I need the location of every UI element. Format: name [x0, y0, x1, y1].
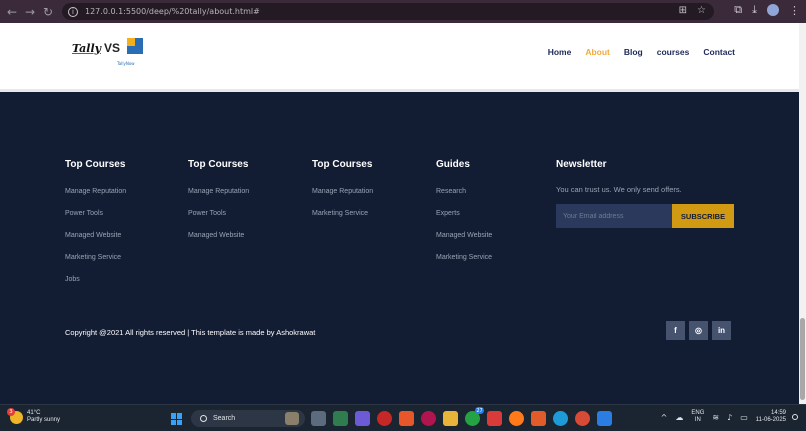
windows-start-icon[interactable]: [171, 413, 183, 425]
newsletter-text: You can trust us. We only send offers.: [556, 185, 682, 194]
vscode-icon[interactable]: [597, 411, 612, 426]
footer-column-title: Top Courses: [65, 159, 126, 170]
footer-link[interactable]: Experts: [436, 210, 492, 232]
whatsapp-icon[interactable]: 27: [465, 407, 484, 426]
copilot-icon[interactable]: [355, 411, 370, 426]
notification-icon[interactable]: [792, 414, 798, 420]
search-label: Search: [213, 415, 236, 422]
footer-column-1: Top Courses Manage Reputation Power Tool…: [65, 159, 126, 298]
clock-date: 11-06-2025: [755, 417, 786, 423]
footer-link[interactable]: Manage Reputation: [65, 188, 126, 210]
battery-icon[interactable]: ▭: [740, 413, 748, 422]
bookmark-star-icon[interactable]: ☆: [697, 5, 706, 16]
newsletter-section: Newsletter You can trust us. We only sen…: [556, 159, 682, 194]
subscribe-form: SUBSCRIBE: [556, 204, 734, 228]
duckduckgo-icon[interactable]: [531, 411, 546, 426]
menu-item-about[interactable]: About: [585, 47, 610, 57]
calendar-app-icon[interactable]: [333, 411, 348, 426]
address-bar[interactable]: i 127.0.0.1:5500/deep/%20tally/about.htm…: [62, 3, 714, 20]
linkedin-icon[interactable]: in: [712, 321, 731, 340]
web-page: Tally VS TallyNow Home About Blog course…: [0, 23, 799, 404]
footer-link[interactable]: Jobs: [65, 276, 126, 298]
file-explorer-icon[interactable]: [443, 411, 458, 426]
downloads-icon[interactable]: ⤓: [752, 3, 757, 17]
search-icon: [200, 415, 207, 422]
vivaldi-icon[interactable]: [487, 411, 502, 426]
browser-toolbar: ← → ↻ i 127.0.0.1:5500/deep/%20tally/abo…: [0, 0, 806, 23]
weather-widget[interactable]: 3 41°C Partly sunny: [7, 407, 61, 424]
translate-icon[interactable]: ⊞: [679, 5, 687, 16]
weather-badge: 3: [7, 407, 15, 416]
newsletter-title: Newsletter: [556, 159, 607, 170]
opera-icon[interactable]: [377, 411, 392, 426]
footer-link[interactable]: Research: [436, 188, 492, 210]
forward-arrow-icon[interactable]: →: [21, 3, 39, 21]
windows-taskbar: 3 41°C Partly sunny Search 27 ^ ☁ ENG IN…: [0, 404, 806, 431]
reload-icon[interactable]: ↻: [39, 3, 57, 21]
opera-gx-icon[interactable]: [421, 411, 436, 426]
menu-item-home[interactable]: Home: [548, 47, 572, 57]
task-view-icon[interactable]: [311, 411, 326, 426]
footer-column-guides: Guides Research Experts Managed Website …: [436, 159, 492, 276]
site-info-icon[interactable]: i: [68, 6, 78, 17]
whatsapp-badge: 27: [475, 407, 484, 414]
kebab-menu-icon[interactable]: ⋮: [789, 4, 800, 17]
footer-link[interactable]: Marketing Service: [312, 210, 373, 232]
footer-link[interactable]: Power Tools: [65, 210, 126, 232]
firefox-icon[interactable]: [509, 411, 524, 426]
profile-icon[interactable]: [767, 4, 779, 16]
logo-tally-text: Tally: [72, 41, 102, 55]
logo-subtitle: TallyNow: [117, 61, 135, 66]
extensions-icon[interactable]: ⧉: [734, 3, 742, 17]
clock[interactable]: 14:59 11-06-2025: [756, 410, 786, 424]
page-scrollbar[interactable]: [799, 23, 806, 404]
site-logo[interactable]: Tally VS: [72, 38, 144, 55]
logo-vs-text: VS: [104, 41, 121, 55]
footer-link[interactable]: Manage Reputation: [188, 188, 249, 210]
footer-column-title: Top Courses: [188, 159, 249, 170]
chrome-icon[interactable]: [575, 411, 590, 426]
instagram-icon[interactable]: ◎: [689, 321, 708, 340]
language-indicator[interactable]: ENG IN: [691, 410, 704, 424]
copyright-text: Copyright @2021 All rights reserved | Th…: [65, 328, 316, 337]
footer-column-title: Guides: [436, 159, 470, 170]
menu-item-blog[interactable]: Blog: [624, 47, 643, 57]
tallynow-logo-icon: [127, 38, 144, 54]
weather-desc: Partly sunny: [27, 417, 61, 423]
partly-sunny-icon: 3: [7, 407, 23, 424]
wifi-icon[interactable]: ≋: [712, 413, 719, 422]
email-field[interactable]: [556, 204, 672, 228]
cloud-icon[interactable]: ☁: [675, 413, 683, 422]
volume-icon[interactable]: ♪: [727, 413, 732, 422]
footer-link[interactable]: Power Tools: [188, 210, 249, 232]
footer-link[interactable]: Managed Website: [188, 232, 249, 254]
clock-time: 14:59: [770, 410, 786, 416]
taskbar-search[interactable]: Search: [191, 410, 305, 427]
footer-link[interactable]: Managed Website: [436, 232, 492, 254]
footer-column-2: Top Courses Manage Reputation Power Tool…: [188, 159, 249, 254]
url-text[interactable]: 127.0.0.1:5500/deep/%20tally/about.html#: [85, 7, 260, 16]
footer-link[interactable]: Marketing Service: [65, 254, 126, 276]
scrollbar-thumb[interactable]: [800, 318, 805, 400]
footer-link[interactable]: Manage Reputation: [312, 188, 373, 210]
footer-link[interactable]: Managed Website: [65, 232, 126, 254]
menu-item-courses[interactable]: courses: [657, 47, 690, 57]
back-arrow-icon[interactable]: ←: [3, 3, 21, 21]
footer-link[interactable]: Marketing Service: [436, 254, 492, 276]
system-tray: ^ ☁ ENG IN ≋ ♪ ▭ 14:59 11-06-2025: [661, 410, 798, 424]
site-header: Tally VS TallyNow Home About Blog course…: [0, 23, 799, 92]
footer-column-title: Top Courses: [312, 159, 373, 170]
brave-icon[interactable]: [399, 411, 414, 426]
main-menu: Home About Blog courses Contact: [534, 47, 735, 57]
pinned-apps: 27: [311, 407, 612, 426]
edge-icon[interactable]: [553, 411, 568, 426]
menu-item-contact[interactable]: Contact: [703, 47, 735, 57]
chevron-up-icon[interactable]: ^: [661, 413, 668, 422]
social-links: f ◎ in: [666, 321, 731, 340]
footer-column-3: Top Courses Manage Reputation Marketing …: [312, 159, 373, 232]
facebook-icon[interactable]: f: [666, 321, 685, 340]
weather-temp: 41°C: [27, 410, 41, 416]
search-highlight-icon: [285, 412, 299, 425]
subscribe-button[interactable]: SUBSCRIBE: [672, 204, 734, 228]
